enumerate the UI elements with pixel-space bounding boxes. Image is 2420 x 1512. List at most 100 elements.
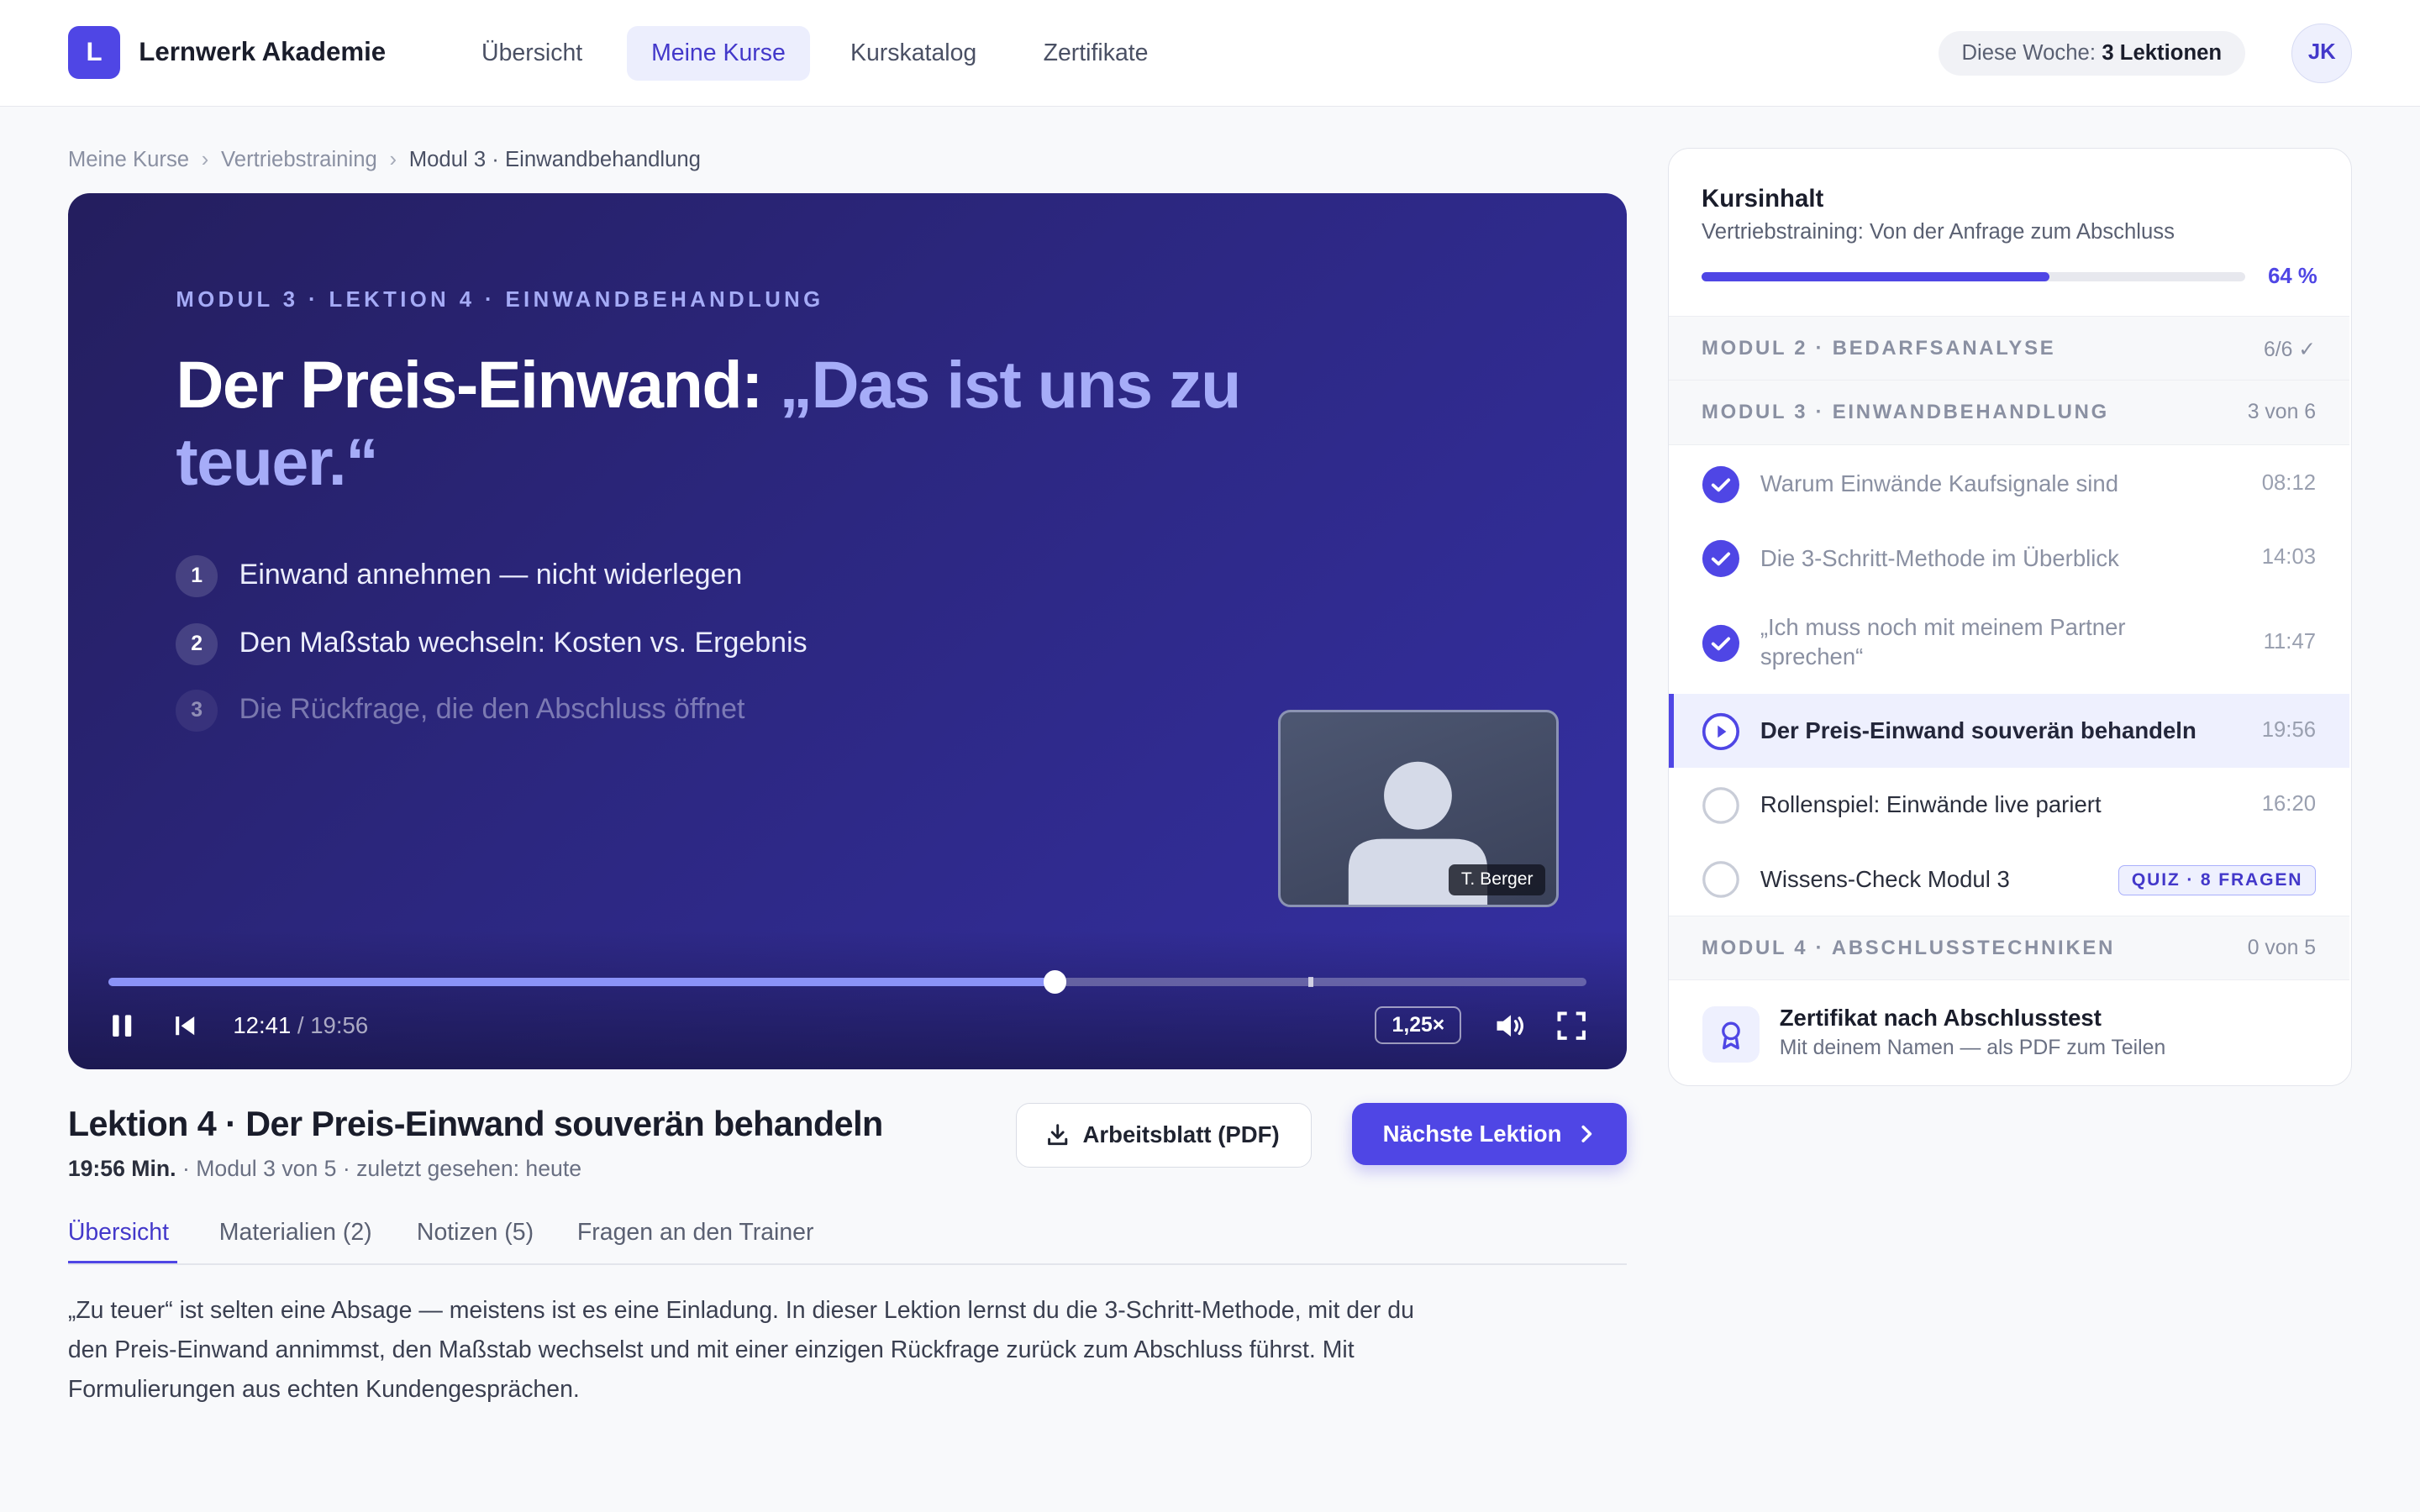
skip-back-icon[interactable] xyxy=(168,1009,202,1042)
video-slide-title: Der Preis-Einwand: „Das ist uns zu teuer… xyxy=(176,347,1286,501)
time-display: 12:41 / 19:56 xyxy=(233,1012,368,1039)
chevron-right-icon xyxy=(1581,1125,1592,1142)
play-circle-icon xyxy=(1702,712,1740,750)
breadcrumb-course[interactable]: Vertriebstraining xyxy=(221,148,377,171)
module-row-2[interactable]: MODUL 2 · BEDARFSANALYSE 6/6 ✓ xyxy=(1669,315,2350,381)
tabs-divider xyxy=(67,1263,1627,1266)
empty-circle-icon xyxy=(1702,786,1739,824)
course-progress-bar xyxy=(1702,272,2245,282)
nav-certificates[interactable]: Zertifikate xyxy=(1018,26,1173,80)
lesson-item-quiz[interactable]: Wissens-Check Modul 3 QUIZ · 8 FRAGEN xyxy=(1669,842,2349,916)
video-scrub-handle[interactable] xyxy=(1043,970,1067,994)
app-logo[interactable]: L xyxy=(67,26,121,79)
course-progress-label: 64 % xyxy=(2268,265,2317,289)
lesson-item[interactable]: „Ich muss noch mit meinem Partner sprech… xyxy=(1669,595,2349,694)
active-tab-indicator xyxy=(67,1260,178,1264)
point-text: Den Maßstab wechseln: Kosten vs. Ergebni… xyxy=(239,627,808,659)
award-icon xyxy=(1722,1021,1740,1049)
video-eyebrow: MODUL 3 · LEKTION 4 · EINWANDBEHANDLUNG xyxy=(176,288,824,312)
tab-overview[interactable]: Übersicht xyxy=(68,1219,169,1265)
volume-icon[interactable] xyxy=(1492,1009,1526,1042)
empty-circle-icon xyxy=(1702,861,1739,898)
lesson-meta: 19:56 Min. · Modul 3 von 5 · zuletzt ges… xyxy=(68,1156,581,1182)
point-text: Die Rückfrage, die den Abschluss öffnet xyxy=(239,693,745,726)
next-lesson-label: Nächste Lektion xyxy=(1382,1121,1562,1147)
worksheet-label: Arbeitsblatt (PDF) xyxy=(1082,1121,1280,1148)
lesson-item-title: Der Preis-Einwand souverän behandeln xyxy=(1760,717,2196,744)
pause-icon[interactable] xyxy=(105,1009,139,1042)
tab-notes[interactable]: Notizen (5) xyxy=(417,1219,534,1265)
nav-my-courses[interactable]: Meine Kurse xyxy=(626,26,811,81)
user-avatar[interactable]: JK xyxy=(2291,23,2353,84)
lesson-item-title: „Ich muss noch mit meinem Partner sprech… xyxy=(1760,614,2126,670)
lesson-meta-details: · Modul 3 von 5 · zuletzt gesehen: heute xyxy=(176,1155,582,1181)
module-name: MODUL 4 · ABSCHLUSSTECHNIKEN xyxy=(1702,937,2116,960)
module-count: 3 von 6 xyxy=(2247,400,2317,423)
controls-overlay xyxy=(67,930,1627,1069)
lesson-description: „Zu teuer“ ist selten eine Absage — meis… xyxy=(67,1297,1414,1403)
playback-speed-button[interactable]: 1,25× xyxy=(1375,1005,1462,1045)
tab-trainer-questions[interactable]: Fragen an den Trainer xyxy=(577,1219,814,1265)
chapter-marker xyxy=(1308,976,1313,988)
download-icon xyxy=(1048,1124,1068,1146)
week-label: Diese Woche: xyxy=(1961,40,2096,65)
outline-heading: Kursinhalt xyxy=(1702,184,1824,213)
tab-materials[interactable]: Materialien (2) xyxy=(219,1219,372,1265)
total-duration: / 19:56 xyxy=(297,1011,369,1038)
lesson-item-title: Warum Einwände Kaufsignale sind xyxy=(1760,470,2119,497)
worksheet-download-button[interactable]: Arbeitsblatt (PDF) xyxy=(1015,1103,1313,1168)
module-count: 0 von 5 xyxy=(2247,937,2317,960)
point-number: 2 xyxy=(176,623,218,665)
next-lesson-button[interactable]: Nächste Lektion xyxy=(1351,1103,1627,1165)
course-progress-fill xyxy=(1702,272,2049,282)
breadcrumb-separator: › xyxy=(201,148,209,172)
module-count: 6/6 ✓ xyxy=(2263,338,2317,361)
brand-name[interactable]: Lernwerk Akademie xyxy=(139,37,386,67)
breadcrumb-current: Modul 3 · Einwandbehandlung xyxy=(408,148,701,172)
lesson-item-duration: 16:20 xyxy=(2261,792,2317,816)
video-player[interactable]: MODUL 3 · LEKTION 4 · EINWANDBEHANDLUNG … xyxy=(67,192,1627,1069)
week-value: 3 Lektionen xyxy=(2102,40,2223,65)
fullscreen-icon[interactable] xyxy=(1555,1009,1588,1042)
lesson-item-title: Rollenspiel: Einwände live pariert xyxy=(1760,791,2102,818)
lesson-length: 19:56 Min. xyxy=(67,1155,176,1181)
video-progress-fill xyxy=(108,978,1055,986)
breadcrumb-my-courses[interactable]: Meine Kurse xyxy=(68,148,189,171)
point-number: 3 xyxy=(176,689,218,732)
certificate-box xyxy=(1702,1005,1760,1063)
lesson-item-duration: 14:03 xyxy=(2261,545,2317,570)
quiz-badge: QUIZ · 8 FRAGEN xyxy=(2118,864,2317,896)
nav-overview[interactable]: Übersicht xyxy=(457,26,608,80)
module-name: MODUL 3 · EINWANDBEHANDLUNG xyxy=(1702,400,2109,423)
check-circle-icon xyxy=(1702,624,1740,662)
nav-catalog[interactable]: Kurskatalog xyxy=(826,26,1002,80)
video-progress-bar[interactable] xyxy=(108,970,1587,994)
point-number: 1 xyxy=(176,555,218,597)
breadcrumb: Meine Kurse › Vertriebstraining › Modul 3 · … xyxy=(68,148,701,172)
lesson-item-duration: 19:56 xyxy=(2261,718,2317,743)
module-name: MODUL 2 · BEDARFSANALYSE xyxy=(1702,336,2056,360)
point-text: Einwand annehmen — nicht widerlegen xyxy=(239,559,743,591)
module-row-3[interactable]: MODUL 3 · EINWANDBEHANDLUNG 3 von 6 xyxy=(1669,380,2350,445)
lesson-item-current[interactable]: Der Preis-Einwand souverän behandeln 19:… xyxy=(1669,693,2350,768)
presenter-camera[interactable]: T. Berger xyxy=(1277,709,1560,907)
video-title-main: Der Preis-Einwand: xyxy=(176,348,780,423)
module-row-4[interactable]: MODUL 4 · ABSCHLUSSTECHNIKEN 0 von 5 xyxy=(1669,916,2350,981)
lesson-item[interactable]: Warum Einwände Kaufsignale sind 08:12 xyxy=(1669,447,2349,521)
course-outline-panel: Kursinhalt Vertriebstraining: Von der An… xyxy=(1668,148,2353,1087)
lesson-title: Lektion 4 · Der Preis-Einwand souverän b… xyxy=(67,1105,883,1144)
lesson-item[interactable]: Rollenspiel: Einwände live pariert 16:20 xyxy=(1669,768,2349,842)
check-circle-icon xyxy=(1702,465,1740,503)
lesson-item-duration: 08:12 xyxy=(2261,471,2317,496)
top-bar: L Lernwerk Akademie Übersicht Meine Kurs… xyxy=(0,0,2420,107)
lesson-item-title: Die 3-Schritt-Methode im Überblick xyxy=(1760,544,2119,571)
presenter-name-tag: T. Berger xyxy=(1449,864,1546,895)
certificate-subtitle: Mit deinem Namen — als PDF zum Teilen xyxy=(1779,1037,2166,1060)
certificate-title[interactable]: Zertifikat nach Abschlusstest xyxy=(1780,1005,2102,1032)
weekly-progress-pill: Diese Woche: 3 Lektionen xyxy=(1938,30,2245,76)
breadcrumb-separator: › xyxy=(389,148,397,172)
lesson-item-duration: 11:47 xyxy=(2263,630,2317,654)
check-circle-icon xyxy=(1702,539,1740,577)
lesson-item[interactable]: Die 3-Schritt-Methode im Überblick 14:03 xyxy=(1669,521,2349,595)
current-time: 12:41 xyxy=(233,1011,292,1038)
